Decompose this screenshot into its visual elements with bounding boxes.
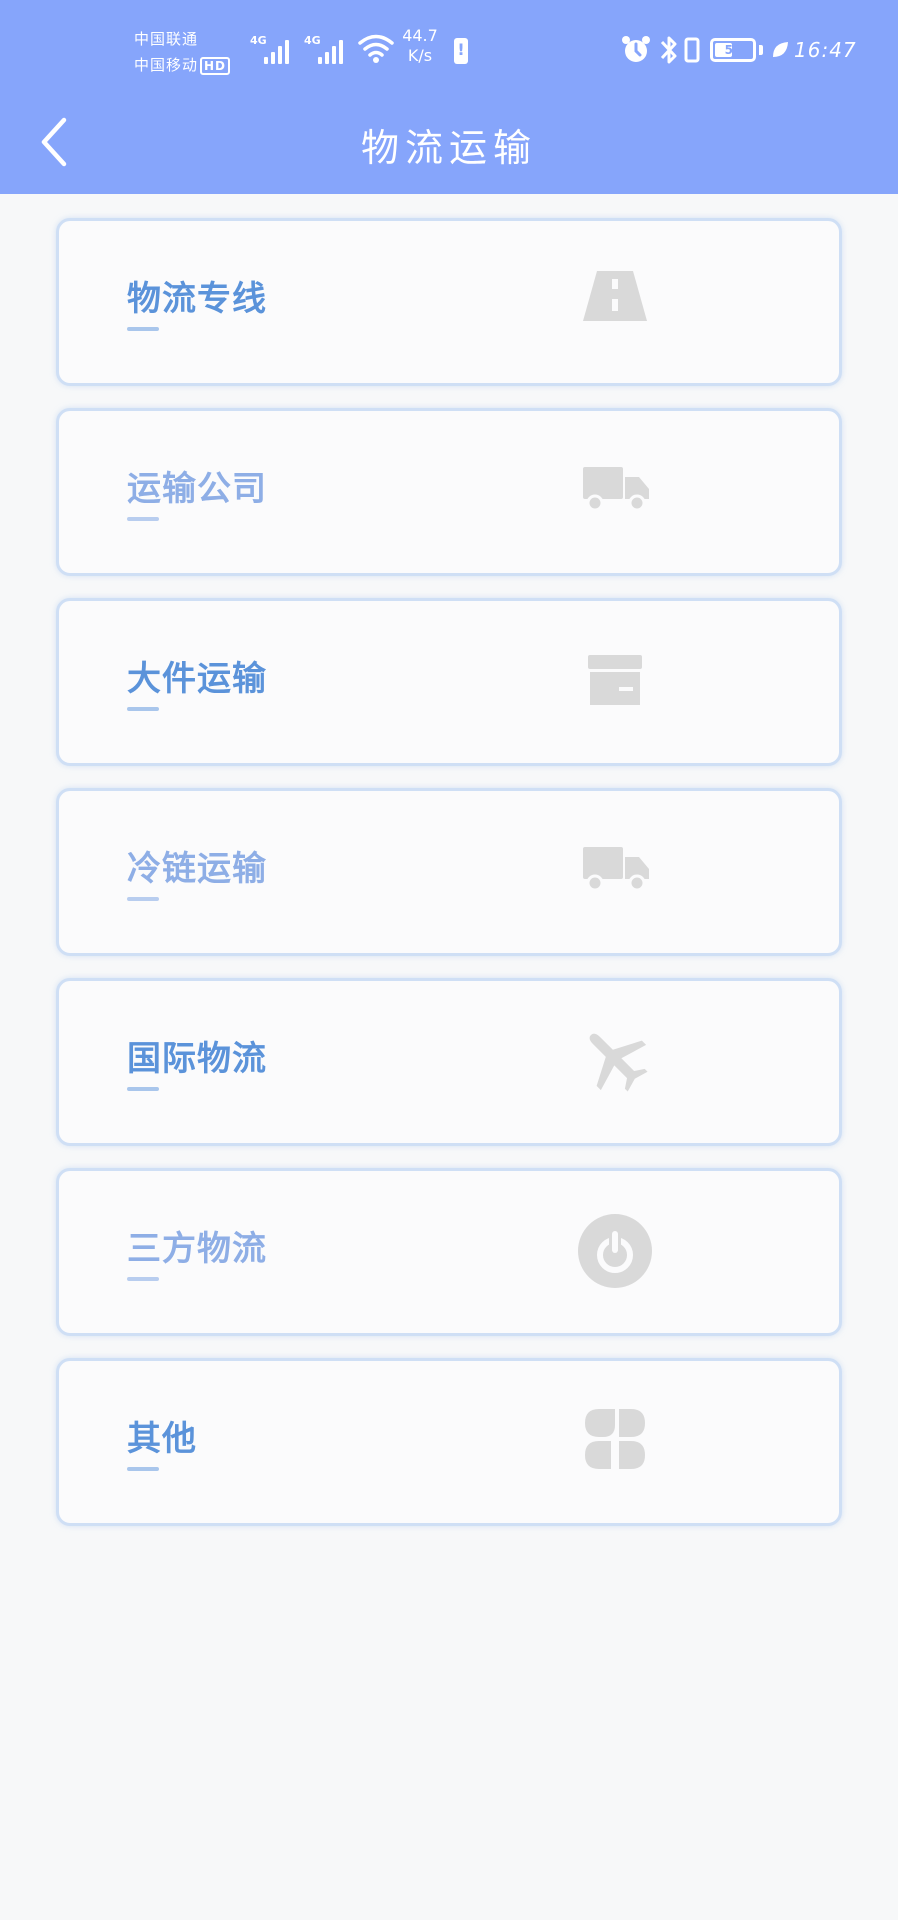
four-leaf-icon: [575, 1405, 655, 1475]
hd-badge: HD: [200, 57, 231, 75]
status-time: 16:47: [794, 38, 857, 62]
category-label: 运输公司: [127, 469, 267, 509]
status-bar: 中国联通 中国移动 HD 4G 4G 44.7 K/s ! 50 16:47: [0, 0, 898, 90]
category-label: 国际物流: [127, 1039, 267, 1079]
battery-icon: 50: [710, 38, 756, 62]
label-underline: [127, 1467, 159, 1471]
category-label: 大件运输: [127, 659, 267, 699]
app-header: 中国联通 中国移动 HD 4G 4G 44.7 K/s ! 50 16:47 物…: [0, 0, 898, 194]
truck-icon: [575, 835, 655, 905]
leaf-icon: [773, 42, 788, 57]
category-label: 其他: [127, 1419, 197, 1459]
label-underline: [127, 897, 159, 901]
category-card-international[interactable]: 国际物流: [56, 978, 842, 1146]
label-underline: [127, 327, 159, 331]
truck-icon: [575, 455, 655, 525]
battery-percent: 50: [724, 43, 742, 57]
category-label: 物流专线: [127, 279, 267, 319]
label-underline: [127, 707, 159, 711]
label-underline: [127, 1277, 159, 1281]
category-card-third-party[interactable]: 三方物流: [56, 1168, 842, 1336]
category-card-cold-chain[interactable]: 冷链运输: [56, 788, 842, 956]
battery-warning-icon: [454, 38, 468, 64]
road-icon: [575, 265, 655, 335]
carrier-2: 中国移动: [134, 56, 199, 74]
category-label: 冷链运输: [127, 849, 267, 889]
category-card-other[interactable]: 其他: [56, 1358, 842, 1526]
carrier-2-row: 中国移动 HD: [134, 52, 231, 78]
category-card-transport-company[interactable]: 运输公司: [56, 408, 842, 576]
wifi-icon: [358, 34, 394, 63]
label-underline: [127, 517, 159, 521]
category-card-oversize-transport[interactable]: 大件运输: [56, 598, 842, 766]
carrier-info: 中国联通 中国移动 HD: [134, 26, 231, 78]
power-icon: [575, 1211, 655, 1288]
bluetooth-icon: [660, 36, 677, 64]
label-underline: [127, 1087, 159, 1091]
category-label: 三方物流: [127, 1229, 267, 1269]
carrier-1: 中国联通: [134, 30, 199, 48]
alarm-icon: [622, 36, 650, 62]
speed-unit: K/s: [407, 46, 433, 65]
category-card-logistics-line[interactable]: 物流专线: [56, 218, 842, 386]
page-title: 物流运输: [360, 126, 537, 170]
network-speed: 44.7 K/s: [398, 26, 442, 66]
box-icon: [575, 645, 655, 715]
speed-value: 44.7: [402, 26, 438, 45]
airplane-icon: [575, 1025, 655, 1095]
vibrate-icon: [684, 37, 700, 63]
